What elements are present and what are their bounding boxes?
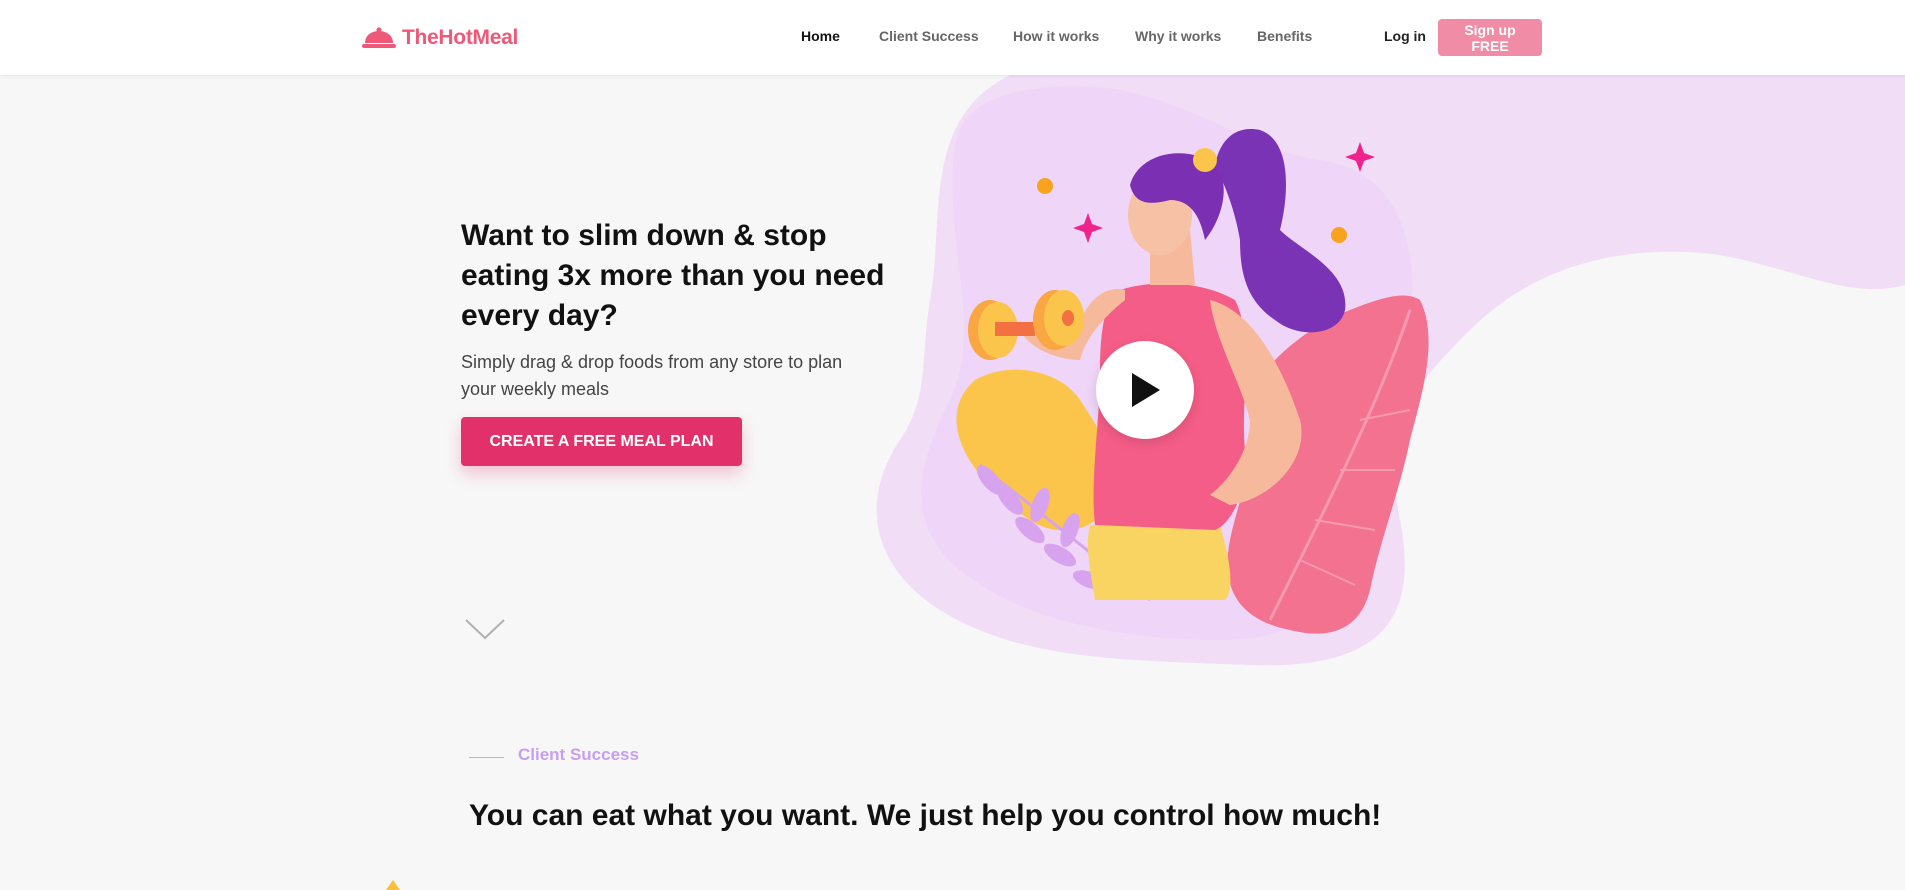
hero-title: Want to slim down & stop eating 3x more … [461, 219, 885, 332]
create-meal-plan-button[interactable]: CREATE A FREE MEAL PLAN [461, 417, 742, 466]
nav-home[interactable]: Home [801, 28, 840, 44]
brand-name: TheHotMeal [402, 26, 519, 49]
section-divider [469, 757, 504, 758]
signup-button[interactable]: Sign up FREE [1438, 19, 1542, 56]
hero-subtitle: Simply drag & drop foods from any store … [461, 352, 843, 399]
section-title: You can eat what you want. We just help … [469, 799, 1382, 832]
sparkle [1073, 213, 1103, 243]
section-label: Client Success [518, 745, 639, 764]
site-header: TheHotMeal Home Client Success How it wo… [0, 0, 1905, 75]
nav-benefits[interactable]: Benefits [1257, 28, 1312, 44]
nav-why-it-works[interactable]: Why it works [1135, 28, 1221, 44]
login-link[interactable]: Log in [1384, 28, 1426, 44]
play-video-button[interactable] [1096, 341, 1194, 439]
nav-how-it-works[interactable]: How it works [1013, 28, 1099, 44]
hero-illustration [956, 129, 1429, 634]
play-icon [1132, 373, 1160, 407]
nav-client-success[interactable]: Client Success [879, 28, 979, 44]
brand-logo[interactable]: TheHotMeal [362, 24, 518, 52]
chevron-down-icon[interactable] [464, 617, 506, 641]
cloche-icon [362, 27, 396, 48]
shorts [1087, 525, 1231, 600]
sparkle [1345, 142, 1375, 172]
